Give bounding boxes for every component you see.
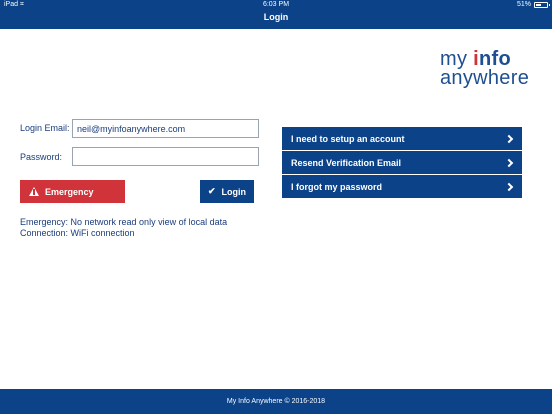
email-label: Login Email: — [20, 123, 70, 133]
menu-item-label: I forgot my password — [291, 181, 383, 192]
status-right: 51% — [516, 1, 550, 8]
emergency-button[interactable]: Emergency — [20, 180, 125, 203]
account-menu: I need to setup an account Resend Verifi… — [282, 127, 522, 199]
battery-icon — [534, 1, 550, 8]
menu-item-setup-account[interactable]: I need to setup an account — [282, 127, 522, 150]
chevron-right-icon — [504, 134, 514, 143]
menu-item-label: I need to setup an account — [291, 133, 405, 144]
login-button-label: Login — [221, 186, 247, 197]
chevron-right-icon — [504, 158, 514, 167]
footer-text: My Info Anywhere © 2016-2018 — [226, 398, 326, 405]
logo-line-2: anywhere — [440, 67, 530, 89]
login-button[interactable]: ✔ Login — [200, 180, 254, 203]
emergency-button-label: Emergency — [45, 186, 94, 197]
password-label: Password: — [20, 152, 63, 162]
status-bar: iPad ⌗ 6:03 PM 51% — [0, 1, 552, 11]
email-field[interactable] — [72, 119, 259, 138]
status-time: 6:03 PM — [262, 1, 290, 8]
menu-item-label: Resend Verification Email — [291, 157, 402, 168]
password-field[interactable] — [72, 147, 259, 166]
app-logo: my info anywhere — [440, 49, 544, 89]
menu-item-forgot-password[interactable]: I forgot my password — [282, 175, 522, 198]
emergency-note: Emergency: No network read only view of … — [20, 217, 228, 227]
menu-item-resend-verification[interactable]: Resend Verification Email — [282, 151, 522, 174]
checkmark-icon: ✔ — [208, 186, 216, 196]
page-title: Login — [263, 12, 289, 22]
chevron-right-icon — [504, 182, 514, 191]
connection-note: Connection: WiFi connection — [20, 228, 135, 238]
battery-fill — [536, 3, 541, 6]
battery-percent: 51% — [516, 1, 531, 8]
warning-icon — [29, 187, 39, 197]
top-bar: iPad ⌗ 6:03 PM 51% Login — [0, 0, 552, 29]
footer: My Info Anywhere © 2016-2018 — [0, 389, 552, 414]
